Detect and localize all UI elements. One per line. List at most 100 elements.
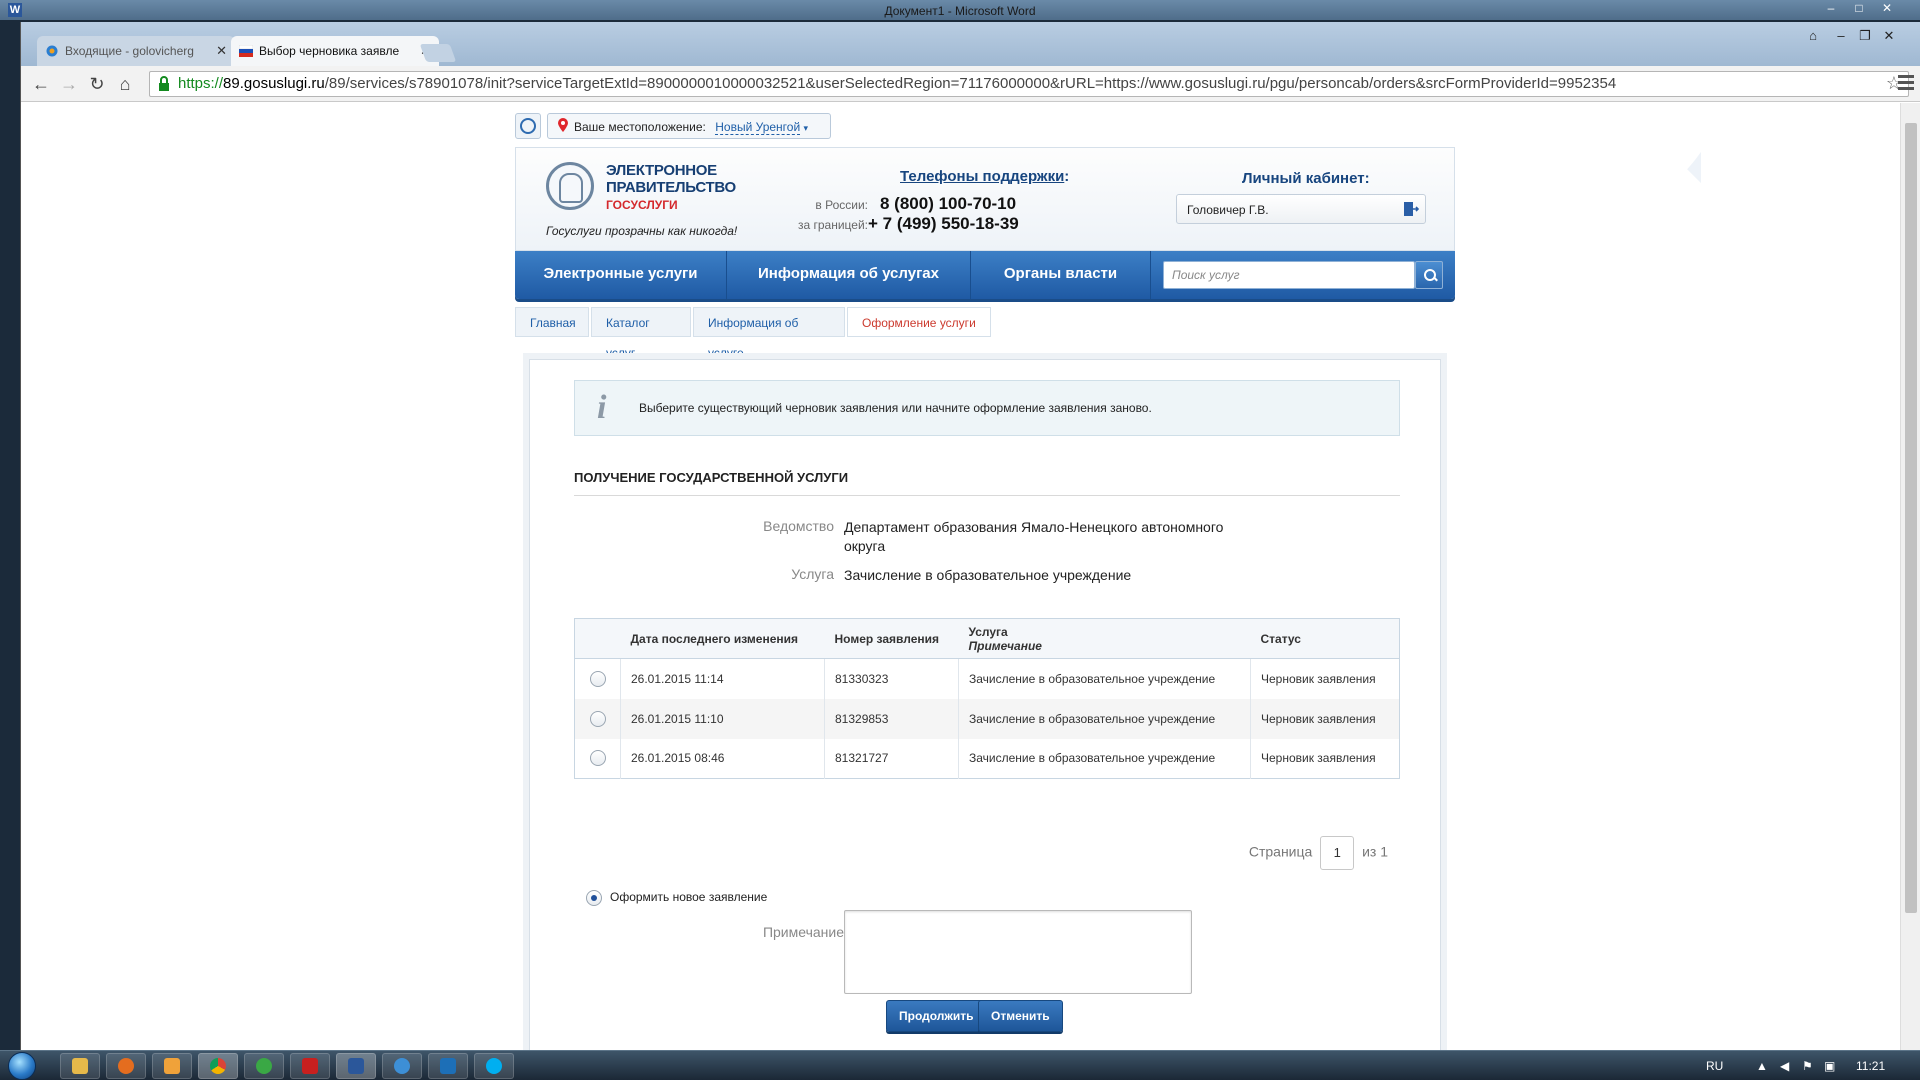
continue-button[interactable]: Продолжить (886, 1000, 987, 1032)
scrollbar-thumb[interactable] (1905, 123, 1917, 913)
new-application-option[interactable]: Оформить новое заявление (586, 890, 767, 906)
start-button[interactable] (8, 1052, 36, 1080)
service-search-input[interactable]: Поиск услуг (1163, 261, 1415, 289)
browser-restore-icon[interactable]: ❐ (1854, 28, 1876, 44)
menu-icon[interactable] (1898, 75, 1914, 93)
tab-strip: Входящие - golovicherg ✕ Выбор черновика… (21, 22, 1920, 66)
tab-close-icon[interactable]: ✕ (216, 43, 227, 59)
page-scrollbar[interactable] (1900, 103, 1920, 1050)
new-application-radio[interactable] (586, 890, 602, 906)
os-title-bar: W Документ1 - Microsoft Word – □ ✕ (0, 0, 1920, 20)
table-row[interactable]: 26.01.2015 08:46 81321727 Зачисление в о… (575, 738, 1400, 779)
tray-arrow-icon[interactable]: ▲ (1756, 1059, 1768, 1073)
draft-radio[interactable] (589, 670, 606, 687)
mail-icon[interactable] (382, 1053, 422, 1079)
page-number-input[interactable]: 1 (1320, 836, 1355, 870)
tab-label: Выбор черновика заявле (259, 44, 400, 58)
table-row[interactable]: 26.01.2015 11:10 81329853 Зачисление в о… (574, 698, 1400, 739)
reload-icon[interactable]: ↻ (85, 72, 109, 96)
breadcrumb-service-info[interactable]: Информация об услуге (693, 307, 845, 360)
compass-icon[interactable] (515, 113, 541, 139)
logo-text-line1[interactable]: ЭЛЕКТРОННОЕ (606, 162, 717, 179)
explorer-icon[interactable] (60, 1053, 100, 1079)
draft-radio[interactable] (589, 710, 606, 727)
back-arrow-icon[interactable]: ← (29, 72, 53, 96)
row-date: 26.01.2015 08:46 (620, 738, 825, 779)
info-message-box: i Выберите существующий черновик заявлен… (574, 380, 1400, 436)
breadcrumb-current: Оформление услуги (847, 307, 991, 337)
personal-cabinet-user[interactable]: Головичер Г.В. (1176, 194, 1426, 224)
row-status: Черновик заявления (1250, 698, 1400, 739)
minimize-icon[interactable]: – (1818, 1, 1844, 17)
network-icon[interactable]: ▣ (1824, 1059, 1835, 1073)
speaker-icon[interactable]: ◀ (1780, 1059, 1789, 1073)
header-note-label: Примечание (968, 638, 1042, 653)
cabinet-user-name: Головичер Г.В. (1187, 203, 1269, 217)
header-date: Дата последнего изменения (620, 618, 825, 659)
row-number: 81330323 (824, 658, 959, 699)
personal-cabinet-title: Личный кабинет: (1242, 170, 1370, 187)
location-selector[interactable]: Ваше местоположение: Новый Уренгой ▾ (547, 113, 831, 139)
logo-text-line2[interactable]: ПРАВИТЕЛЬСТВО (606, 179, 736, 196)
table-row[interactable]: 26.01.2015 11:14 81330323 Зачисление в о… (575, 658, 1400, 699)
word-icon[interactable] (336, 1053, 376, 1079)
tab-inbox[interactable]: Входящие - golovicherg ✕ (37, 36, 235, 66)
firefox-icon[interactable] (106, 1053, 146, 1079)
tab-draft-selection[interactable]: Выбор черновика заявле ✕ (231, 36, 439, 66)
profile-icon[interactable]: ⌂ (1802, 28, 1824, 44)
address-bar[interactable]: https://89.gosuslugi.ru/89/services/s789… (149, 71, 1909, 97)
row-select[interactable] (574, 698, 621, 739)
close-icon[interactable]: ✕ (1874, 1, 1900, 17)
breadcrumb-catalog[interactable]: Каталог услуг (591, 307, 691, 360)
nav-authorities[interactable]: Органы власти (971, 251, 1151, 299)
logo-text-line3[interactable]: ГОСУСЛУГИ (606, 198, 678, 212)
table-header-row: Дата последнего изменения Номер заявлени… (574, 618, 1400, 659)
acrobat-icon[interactable] (290, 1053, 330, 1079)
flag-icon[interactable]: ⚑ (1802, 1059, 1813, 1073)
nav-service-info[interactable]: Информация об услугах (727, 251, 971, 299)
cancel-button[interactable]: Отменить (978, 1000, 1063, 1032)
drafts-table: Дата последнего изменения Номер заявлени… (574, 618, 1400, 779)
draft-radio[interactable] (589, 750, 606, 767)
forward-arrow-icon[interactable]: → (57, 72, 81, 96)
new-tab-button[interactable] (419, 44, 457, 62)
note-label: Примечание (762, 924, 844, 940)
coat-of-arms-logo-icon[interactable] (546, 162, 594, 210)
lync-icon[interactable] (428, 1053, 468, 1079)
language-indicator[interactable]: RU (1706, 1059, 1723, 1073)
phone-russia: 8 (800) 100-70-10 (880, 194, 1017, 213)
service-label: Услуга (791, 566, 834, 582)
breadcrumb-home[interactable]: Главная (515, 307, 589, 337)
chrome-icon[interactable] (198, 1053, 238, 1079)
search-icon[interactable] (1415, 261, 1443, 289)
green-app-icon[interactable] (244, 1053, 284, 1079)
row-status: Черновик заявления (1250, 738, 1400, 779)
phone-abroad: + 7 (499) 550-18-39 (868, 214, 1019, 233)
support-phones-link[interactable]: Телефоны поддержки (900, 168, 1064, 185)
skype-icon[interactable] (474, 1053, 514, 1079)
chevron-down-icon: ▾ (803, 123, 809, 133)
mail-favicon-icon (46, 45, 58, 57)
browser-minimize-icon[interactable]: – (1830, 28, 1852, 44)
browser-close-icon[interactable]: ✕ (1878, 28, 1900, 44)
media-player-icon[interactable] (152, 1053, 192, 1079)
row-select[interactable] (575, 739, 621, 779)
support-phones-title[interactable]: Телефоны поддержки: (900, 168, 1069, 185)
home-icon[interactable]: ⌂ (113, 72, 137, 96)
row-service: Зачисление в образовательное учреждение (958, 738, 1251, 779)
taskbar: RU ▲ ◀ ⚑ ▣ 11:21 (0, 1050, 1920, 1080)
url-path: /89/services/s78901078/init?serviceTarge… (324, 75, 1617, 92)
location-city-link[interactable]: Новый Уренгой (715, 120, 801, 135)
logout-door-icon[interactable] (1401, 200, 1419, 218)
browser-toolbar: ← → ↻ ⌂ https://89.gosuslugi.ru/89/servi… (21, 66, 1920, 102)
pager-total: из 1 (1362, 843, 1388, 860)
note-textarea[interactable] (844, 910, 1192, 994)
phone-russia-label: в России: (815, 198, 868, 212)
clock[interactable]: 11:21 (1856, 1059, 1885, 1073)
tab-label: Входящие - golovicherg (65, 44, 194, 58)
pager-label: Страница (1248, 843, 1313, 860)
maximize-icon[interactable]: □ (1846, 1, 1872, 17)
nav-electronic-services[interactable]: Электронные услуги (515, 251, 727, 299)
row-select[interactable] (575, 659, 621, 699)
site-slogan: Госуслуги прозрачны как никогда! (546, 224, 738, 238)
